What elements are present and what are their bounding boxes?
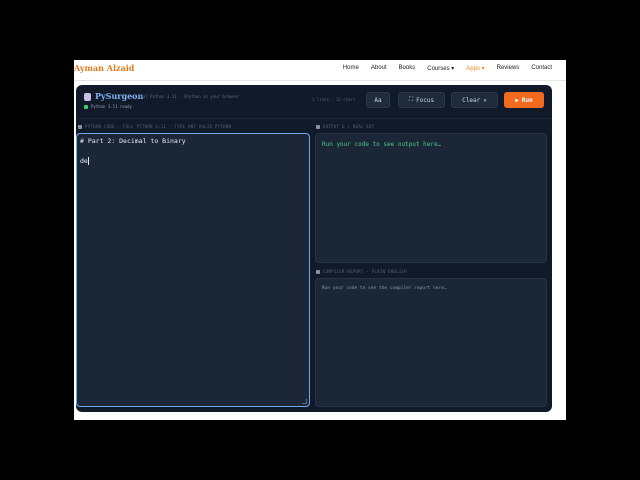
nav-home[interactable]: Home — [343, 65, 359, 72]
app-logo-icon — [84, 93, 91, 101]
compiler-report-panel[interactable]: Run your code to see the compiler report… — [315, 278, 547, 407]
ready-status-icon — [84, 105, 88, 109]
code-stats: 3 lines · 32 chars — [312, 97, 356, 102]
header-divider — [76, 118, 552, 119]
ready-status: Python 3.11 ready — [91, 104, 132, 109]
web-page: Ayman Alzaid Home About Books Courses ▾ … — [74, 60, 566, 420]
nav-contact[interactable]: Contact — [531, 65, 552, 72]
font-size-button[interactable]: Aa — [366, 92, 390, 108]
output-icon — [316, 125, 320, 129]
output-placeholder: Run your code to see output here… — [322, 141, 442, 148]
app-title: PySurgeon — [95, 91, 144, 101]
app-subtitle: Real Python 3.11 · CPython in your brows… — [138, 94, 240, 99]
focus-button[interactable]: ⛶ Focus — [398, 92, 445, 108]
nav-about[interactable]: About — [371, 65, 387, 72]
clear-label: Clear — [462, 96, 481, 104]
nav-books[interactable]: Books — [399, 65, 416, 72]
code-line: # Part 2: Decimal to Binary — [80, 137, 186, 145]
text-caret — [87, 157, 89, 165]
resize-handle-icon[interactable] — [302, 399, 307, 404]
report-icon — [316, 270, 320, 274]
site-logo[interactable]: Ayman Alzaid — [74, 63, 134, 73]
clear-button[interactable]: Clear ✕ — [451, 92, 498, 108]
run-button[interactable]: ▶ Run — [504, 92, 544, 108]
code-line-current: de — [80, 157, 89, 165]
nav-apps[interactable]: Apps ▾ — [466, 65, 484, 72]
nav-courses[interactable]: Courses ▾ — [427, 65, 454, 72]
site-header: Ayman Alzaid Home About Books Courses ▾ … — [74, 60, 566, 81]
font-size-label: Aa — [374, 96, 382, 104]
report-placeholder: Run your code to see the compiler report… — [322, 286, 447, 291]
output-section-label: OUTPUT & ⚡ REAL EXT — [316, 124, 374, 129]
focus-label: Focus — [416, 96, 435, 104]
pysurgeon-app: PySurgeon Real Python 3.11 · CPython in … — [76, 85, 552, 412]
site-nav: Home About Books Courses ▾ Apps ▾ Review… — [343, 65, 552, 72]
code-editor[interactable]: # Part 2: Decimal to Binary de — [76, 133, 310, 407]
focus-icon: ⛶ — [408, 96, 414, 103]
run-label: Run — [521, 96, 533, 104]
nav-reviews[interactable]: Reviews — [497, 65, 520, 72]
report-section-label: COMPILER REPORT · PLAIN ENGLISH — [316, 269, 407, 274]
code-icon — [78, 125, 82, 129]
close-icon: ✕ — [483, 96, 487, 104]
play-icon: ▶ — [515, 96, 519, 104]
output-panel[interactable]: Run your code to see output here… — [315, 133, 547, 263]
editor-section-label: PYTHON CODE · FULL PYTHON 3.11 · TYPE AN… — [78, 124, 231, 129]
